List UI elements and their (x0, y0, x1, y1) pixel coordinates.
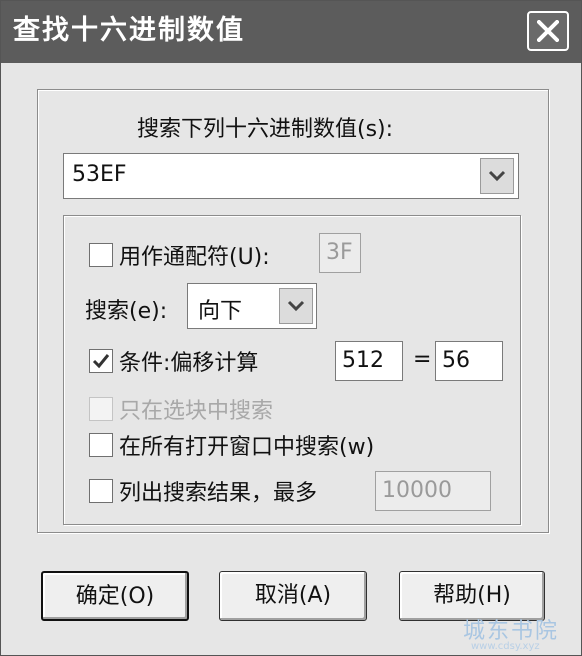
condition-checkbox[interactable] (89, 349, 113, 373)
selection-only-checkbox[interactable] (89, 397, 113, 421)
equals-sign: = (413, 347, 432, 372)
wildcard-checkbox[interactable] (89, 243, 113, 267)
all-windows-checkbox[interactable] (89, 433, 113, 457)
ok-button[interactable]: 确定(O) (41, 571, 189, 621)
wildcard-input-value: 3F (326, 240, 353, 265)
selection-only-label: 只在选块中搜索 (119, 399, 274, 424)
direction-select[interactable]: 向下 (187, 283, 317, 329)
wildcard-input[interactable]: 3F (319, 233, 361, 273)
chevron-down-icon (488, 170, 506, 182)
hex-value-combobox[interactable]: 53EF (63, 153, 519, 199)
direction-label: 搜索(e): (85, 299, 168, 324)
direction-dropdown-button[interactable] (279, 288, 313, 324)
close-button[interactable] (527, 11, 569, 51)
title-bar[interactable]: 查找十六进制数值 (1, 1, 581, 63)
find-hex-dialog: 查找十六进制数值 搜索下列十六进制数值(s): 53EF 用作通配符(U): 3… (0, 0, 582, 656)
offset-input[interactable]: 512 (335, 341, 403, 381)
window-title: 查找十六进制数值 (13, 15, 245, 46)
direction-value: 向下 (198, 299, 243, 324)
hex-value-dropdown-button[interactable] (480, 158, 514, 194)
max-results-input[interactable]: 10000 (375, 471, 491, 511)
checkmark-icon (92, 354, 110, 369)
cancel-button[interactable]: 取消(A) (219, 571, 367, 621)
offset-value: 512 (342, 348, 384, 373)
list-results-label: 列出搜索结果，最多 (119, 481, 318, 506)
hex-value-text: 53EF (72, 162, 127, 187)
chevron-down-icon (287, 300, 305, 312)
list-results-checkbox[interactable] (89, 479, 113, 503)
result-value: 56 (442, 348, 470, 373)
condition-label: 条件:偏移计算 (119, 351, 259, 376)
close-icon (537, 20, 559, 42)
max-results-value: 10000 (382, 478, 452, 503)
all-windows-label: 在所有打开窗口中搜索(w) (119, 435, 375, 460)
watermark-url: www.cdsy.xyz (471, 641, 540, 652)
wildcard-label: 用作通配符(U): (119, 245, 270, 270)
result-input[interactable]: 56 (435, 341, 503, 381)
search-values-label: 搜索下列十六进制数值(s): (137, 117, 394, 142)
